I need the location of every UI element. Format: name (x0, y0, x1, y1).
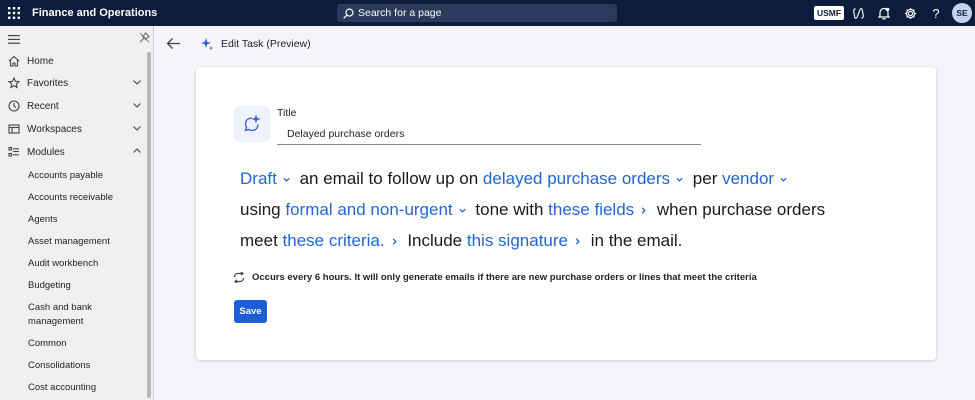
module-item[interactable]: Asset management (28, 235, 140, 249)
module-item[interactable]: Accounts payable (28, 169, 140, 183)
subject-dropdown[interactable]: delayed purchase orders (483, 169, 688, 188)
sidebar-item-modules[interactable]: Modules (0, 142, 148, 162)
chevron-down-icon[interactable] (132, 77, 142, 90)
copilot-sparkle-icon (200, 37, 214, 56)
avatar[interactable]: SE (952, 3, 972, 23)
modules-icon (7, 145, 21, 159)
action-dropdown[interactable]: Draft (240, 169, 295, 188)
sidebar-scrollbar[interactable] (147, 52, 151, 398)
title-input[interactable] (277, 123, 701, 145)
back-arrow-icon[interactable] (166, 37, 181, 55)
chevron-down-icon[interactable] (132, 123, 142, 136)
search-placeholder: Search for a page (358, 7, 442, 19)
copilot-icon[interactable] (850, 5, 866, 21)
company-picker[interactable]: USMF (814, 6, 845, 20)
chevron-down-icon (459, 208, 466, 213)
task-icon (234, 106, 270, 142)
clock-icon (7, 99, 21, 113)
app-title[interactable]: Finance and Operations (32, 7, 157, 19)
top-bar: Finance and Operations Search for a page… (0, 0, 975, 26)
module-item[interactable]: Consolidations (28, 359, 140, 373)
pin-icon[interactable] (139, 30, 150, 48)
sidebar-item-recent[interactable]: Recent (0, 96, 148, 116)
settings-icon[interactable] (902, 5, 918, 21)
chevron-down-icon[interactable] (132, 100, 142, 113)
schedule-info[interactable]: Occurs every 6 hours. It will only gener… (233, 272, 757, 283)
page-title: Edit Task (Preview) (221, 38, 311, 50)
chevron-right-icon (392, 238, 397, 245)
module-item[interactable]: Cost accounting (28, 381, 140, 395)
sentence-text: meet (240, 231, 278, 250)
sidebar-item-label: Home (27, 55, 54, 67)
sentence-text: using (240, 200, 281, 219)
sidebar-item-workspaces[interactable]: Workspaces (0, 119, 148, 139)
hamburger-menu-icon[interactable] (8, 31, 20, 49)
waffle-icon[interactable] (0, 0, 28, 26)
schedule-text: Occurs every 6 hours. It will only gener… (252, 272, 757, 283)
sidebar-item-label: Recent (27, 100, 59, 112)
module-item[interactable]: Common (28, 337, 140, 351)
task-sentence: Draft an email to follow up on delayed p… (240, 163, 900, 256)
star-icon (7, 76, 21, 90)
tone-dropdown[interactable]: formal and non-urgent (285, 200, 470, 219)
edit-task-card: Title Draft an email to follow up on del… (196, 67, 936, 360)
sentence-text: an email to follow up on (299, 169, 479, 188)
chevron-down-icon (283, 177, 290, 182)
sidebar-item-label: Workspaces (27, 123, 82, 135)
sentence-text: Include (407, 231, 463, 250)
help-icon[interactable]: ? (928, 5, 944, 21)
notifications-icon[interactable] (876, 5, 892, 21)
recurrence-icon (233, 272, 245, 283)
module-item[interactable]: Cash and bank management (28, 301, 108, 329)
title-label: Title (277, 107, 297, 119)
chevron-right-icon (575, 238, 580, 245)
chevron-right-icon (641, 207, 646, 214)
sentence-text: in the email. (590, 231, 683, 250)
sidebar-item-home[interactable]: Home (0, 51, 148, 71)
chevron-down-icon (676, 177, 683, 182)
module-item[interactable]: Agents (28, 213, 140, 227)
chevron-up-icon[interactable] (132, 146, 142, 159)
module-item[interactable]: Audit workbench (28, 257, 140, 271)
sentence-text: per (692, 169, 718, 188)
search-input[interactable]: Search for a page (337, 4, 617, 22)
module-item[interactable]: Budgeting (28, 279, 140, 293)
sidebar-item-label: Modules (27, 146, 65, 158)
save-button[interactable]: Save (234, 300, 267, 323)
criteria-link[interactable]: these criteria. (283, 231, 403, 250)
sidebar-item-label: Favorites (27, 77, 69, 89)
module-item[interactable]: Accounts receivable (28, 191, 140, 205)
navigation-pane: Home Favorites Recent Workspaces Modules (0, 26, 154, 400)
sidebar-item-favorites[interactable]: Favorites (0, 73, 148, 93)
workspaces-icon (7, 122, 21, 136)
chevron-down-icon (780, 177, 787, 182)
home-icon (7, 54, 21, 68)
sentence-text: when purchase orders (656, 200, 826, 219)
group-by-dropdown[interactable]: vendor (722, 169, 792, 188)
sentence-text: tone with (475, 200, 544, 219)
search-icon (343, 8, 354, 19)
fields-link[interactable]: these fields (548, 200, 652, 219)
signature-link[interactable]: this signature (467, 231, 586, 250)
